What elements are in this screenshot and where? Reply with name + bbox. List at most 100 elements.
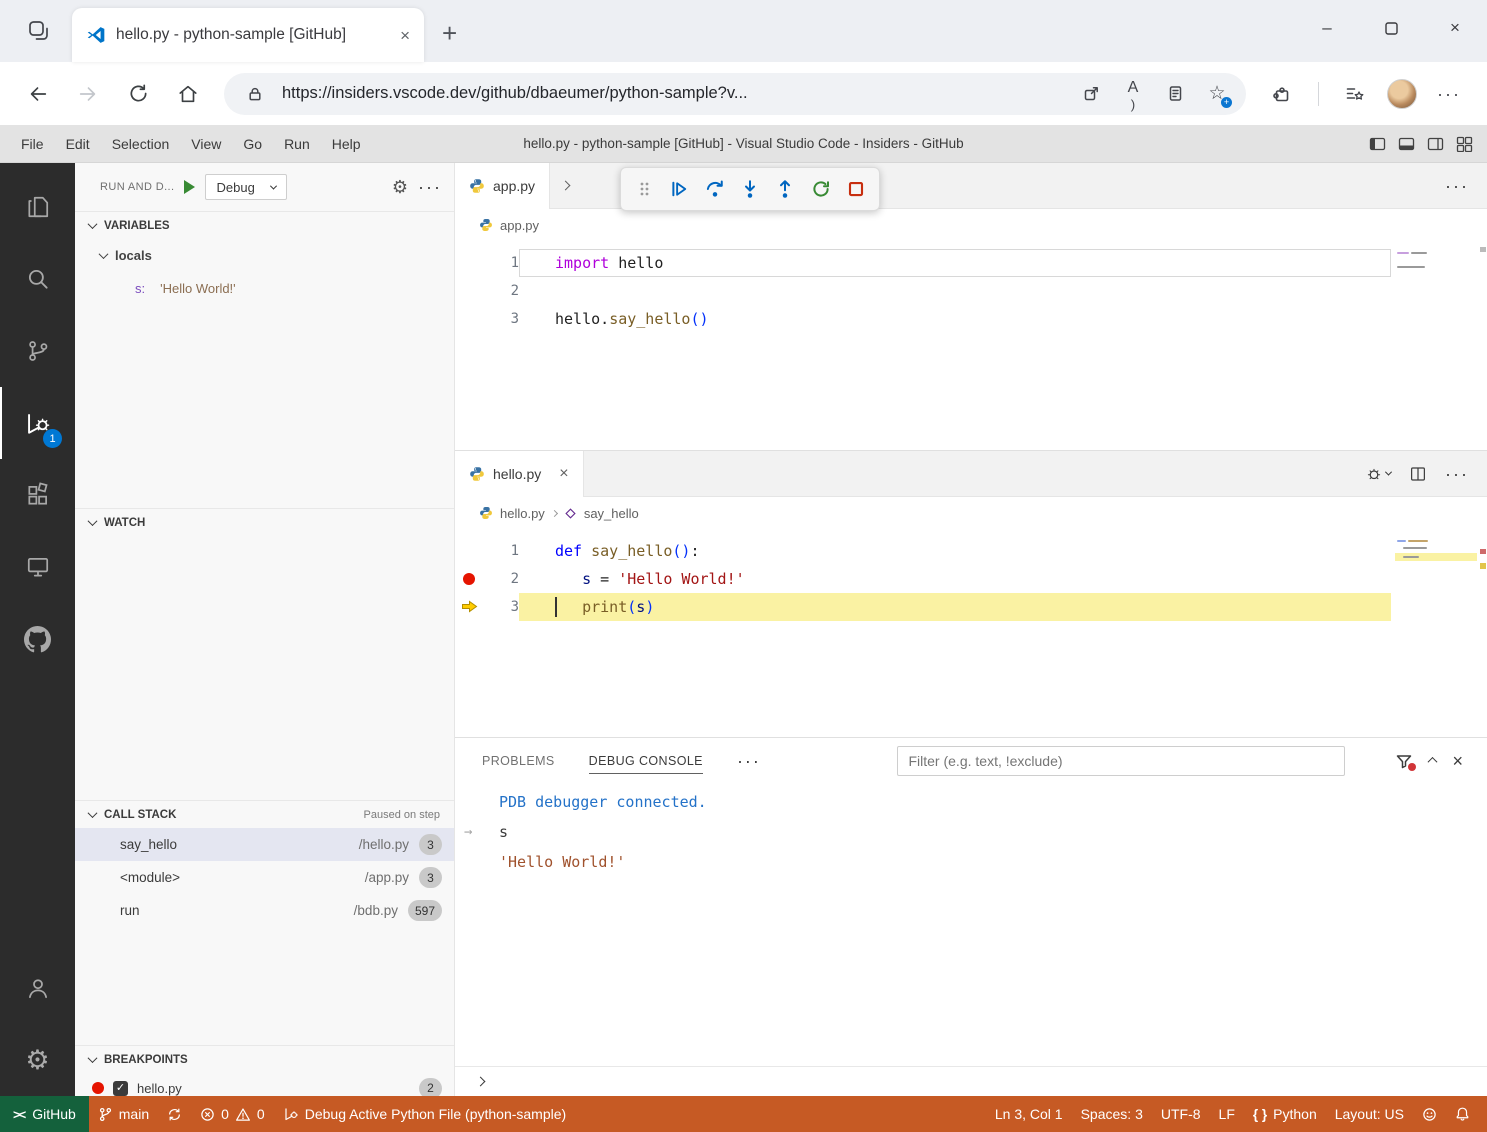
workspaces-icon[interactable]	[16, 8, 62, 54]
collapse-panel-icon[interactable]	[1428, 757, 1438, 767]
panel-more-icon[interactable]: ···	[737, 752, 761, 770]
tab-problems[interactable]: PROBLEMS	[482, 738, 555, 783]
code-line[interactable]: 2	[455, 277, 1487, 305]
breadcrumb-item[interactable]: app.py	[500, 218, 539, 233]
indentation[interactable]: Spaces: 3	[1072, 1096, 1152, 1132]
read-aloud-icon[interactable]: A)	[1118, 79, 1148, 109]
toggle-sidebar-left-icon[interactable]	[1369, 136, 1386, 152]
source-control-icon[interactable]	[0, 315, 75, 387]
editor-more-icon[interactable]: ···	[1445, 465, 1469, 483]
remote-indicator[interactable]: >< GitHub	[0, 1096, 89, 1132]
debug-view-icon[interactable]	[1365, 465, 1391, 483]
menu-selection[interactable]: Selection	[101, 125, 181, 163]
notifications-bell-icon[interactable]	[1446, 1096, 1479, 1132]
close-panel-icon[interactable]: ×	[1452, 752, 1463, 770]
filter-icon[interactable]	[1395, 752, 1413, 770]
new-tab-icon[interactable]: +	[442, 20, 457, 46]
open-in-app-icon[interactable]	[1076, 79, 1106, 109]
search-icon[interactable]	[0, 243, 75, 315]
restart-button[interactable]	[806, 174, 834, 204]
extensions-puzzle-icon[interactable]	[1260, 73, 1304, 115]
toggle-panel-icon[interactable]	[1398, 136, 1415, 152]
feedback-smiley-icon[interactable]	[1413, 1096, 1446, 1132]
browser-menu-icon[interactable]: ···	[1427, 73, 1471, 115]
breadcrumb-item[interactable]: hello.py	[500, 506, 545, 521]
add-favorite-star-icon[interactable]: ☆ +	[1202, 79, 1232, 109]
code-line[interactable]: 3 hello.say_hello()	[455, 305, 1487, 333]
stack-frame-row[interactable]: run /bdb.py 597	[75, 894, 454, 927]
lock-icon[interactable]	[240, 79, 270, 109]
menu-file[interactable]: File	[10, 125, 55, 163]
step-over-button[interactable]	[701, 174, 729, 204]
tab-close-icon[interactable]: ×	[396, 25, 414, 46]
code-editor-app[interactable]: 1 import hello 2 3 hello.say_hello()	[455, 241, 1487, 450]
stack-frame-row[interactable]: <module> /app.py 3	[75, 861, 454, 894]
debug-status[interactable]: Debug Active Python File (python-sample)	[274, 1096, 575, 1132]
eol-indicator[interactable]: LF	[1210, 1096, 1244, 1132]
tab-debug-console[interactable]: DEBUG CONSOLE	[589, 738, 703, 783]
menu-edit[interactable]: Edit	[55, 125, 101, 163]
cursor-position[interactable]: Ln 3, Col 1	[986, 1096, 1072, 1132]
step-into-button[interactable]	[736, 174, 764, 204]
drag-handle-icon[interactable]	[630, 174, 658, 204]
extensions-icon[interactable]	[0, 459, 75, 531]
sync-button[interactable]	[158, 1096, 191, 1132]
code-line[interactable]: 1 def say_hello():	[455, 537, 1487, 565]
menu-help[interactable]: Help	[321, 125, 372, 163]
debug-console-output[interactable]: PDB debugger connected. →s 'Hello World!…	[455, 783, 1487, 1066]
breadcrumb[interactable]: app.py	[455, 209, 1487, 241]
breakpoint-dot-icon[interactable]	[463, 573, 475, 585]
continue-button[interactable]	[665, 174, 693, 204]
menu-go[interactable]: Go	[232, 125, 273, 163]
variable-row[interactable]: s: 'Hello World!'	[75, 272, 454, 305]
url-text[interactable]: https://insiders.vscode.dev/github/dbaeu…	[282, 84, 1064, 103]
tab-close-icon[interactable]: ×	[559, 465, 568, 483]
accounts-icon[interactable]	[0, 952, 75, 1024]
github-icon[interactable]	[0, 603, 75, 675]
code-editor-hello[interactable]: 1 def say_hello(): 2 s = 'Hello World!' …	[455, 529, 1487, 737]
settings-gear-icon[interactable]: ⚙	[0, 1024, 75, 1096]
branch-indicator[interactable]: main	[89, 1096, 158, 1132]
step-out-button[interactable]	[771, 174, 799, 204]
split-editor-icon[interactable]	[1409, 465, 1427, 483]
remote-explorer-icon[interactable]	[0, 531, 75, 603]
minimap[interactable]	[1397, 539, 1475, 564]
sidebar-more-icon[interactable]: ···	[418, 178, 442, 196]
editor-more-icon[interactable]: ···	[1445, 177, 1469, 195]
menu-view[interactable]: View	[180, 125, 232, 163]
address-bar[interactable]: https://insiders.vscode.dev/github/dbaeu…	[224, 73, 1246, 115]
minimap[interactable]	[1397, 251, 1475, 272]
home-icon[interactable]	[166, 73, 210, 115]
language-mode[interactable]: { } Python	[1244, 1096, 1326, 1132]
tab-app-py[interactable]: app.py	[455, 163, 550, 209]
maximize-icon[interactable]	[1359, 6, 1423, 50]
tab-hello-py[interactable]: hello.py ×	[455, 451, 584, 497]
code-line[interactable]: 1 import hello	[455, 249, 1487, 277]
debug-settings-gear-icon[interactable]: ⚙	[392, 178, 408, 196]
stop-button[interactable]	[842, 174, 870, 204]
close-window-icon[interactable]: ×	[1423, 6, 1487, 50]
back-icon[interactable]	[16, 73, 60, 115]
page-actions-icon[interactable]	[1160, 79, 1190, 109]
forward-icon[interactable]	[66, 73, 110, 115]
toggle-sidebar-right-icon[interactable]	[1427, 136, 1444, 152]
stack-frame-row[interactable]: say_hello /hello.py 3	[75, 828, 454, 861]
debug-console-input[interactable]	[455, 1066, 1487, 1096]
breakpoint-row[interactable]: ✓ hello.py 2	[75, 1073, 454, 1096]
profile-avatar[interactable]	[1387, 79, 1417, 109]
minimize-icon[interactable]: –	[1295, 6, 1359, 50]
code-line[interactable]: 2 s = 'Hello World!'	[455, 565, 1487, 593]
browser-tab[interactable]: hello.py - python-sample [GitHub] ×	[72, 8, 424, 62]
refresh-icon[interactable]	[116, 73, 160, 115]
watch-header[interactable]: WATCH	[75, 509, 454, 536]
call-stack-header[interactable]: CALL STACK Paused on step	[75, 801, 454, 828]
debug-config-dropdown[interactable]: Debug	[205, 174, 286, 200]
explorer-icon[interactable]	[0, 171, 75, 243]
menu-run[interactable]: Run	[273, 125, 321, 163]
customize-layout-icon[interactable]	[1456, 136, 1473, 152]
breadcrumb-item[interactable]: say_hello	[584, 506, 639, 521]
run-and-debug-icon[interactable]: 1	[0, 387, 75, 459]
start-debug-icon[interactable]	[184, 180, 195, 194]
console-filter-input[interactable]	[897, 746, 1345, 776]
scope-locals-row[interactable]: locals	[75, 239, 454, 272]
